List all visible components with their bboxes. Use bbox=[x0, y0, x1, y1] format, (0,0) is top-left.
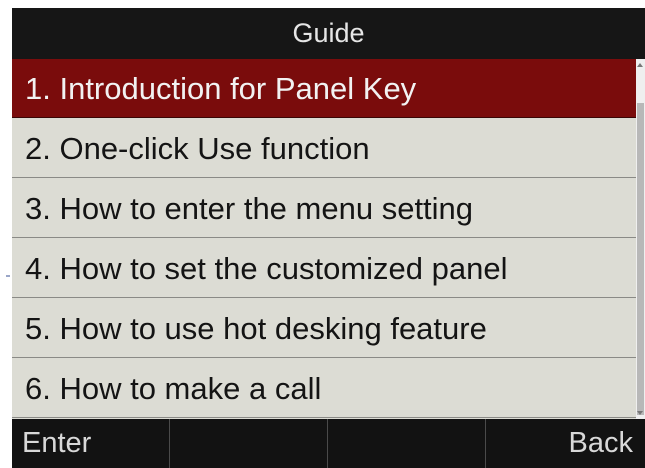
menu-item-enter-menu-setting[interactable]: 3. How to enter the menu setting bbox=[12, 179, 636, 238]
menu-item-hot-desking[interactable]: 5. How to use hot desking feature bbox=[12, 299, 636, 358]
menu-item-one-click-use[interactable]: 2. One-click Use function bbox=[12, 119, 636, 178]
edge-marker bbox=[6, 275, 10, 277]
softkey-3[interactable] bbox=[328, 419, 486, 468]
page-title: Guide bbox=[12, 8, 645, 59]
softkey-2[interactable] bbox=[170, 419, 328, 468]
menu-item-make-call[interactable]: 6. How to make a call bbox=[12, 359, 636, 418]
menu-item-introduction-panel-key[interactable]: 1. Introduction for Panel Key bbox=[12, 59, 636, 118]
scroll-up-arrow-icon[interactable] bbox=[637, 63, 643, 67]
softkey-bar: Enter Back bbox=[12, 419, 645, 468]
enter-softkey[interactable]: Enter bbox=[12, 419, 170, 468]
scroll-down-arrow-icon[interactable] bbox=[637, 411, 643, 415]
menu-item-customized-panel[interactable]: 4. How to set the customized panel bbox=[12, 239, 636, 298]
scrollbar-thumb[interactable] bbox=[637, 103, 644, 415]
guide-menu-list: 1. Introduction for Panel Key 2. One-cli… bbox=[12, 59, 636, 419]
back-softkey[interactable]: Back bbox=[486, 419, 645, 468]
scrollbar[interactable] bbox=[636, 59, 645, 419]
phone-screen: Guide 1. Introduction for Panel Key 2. O… bbox=[12, 8, 645, 468]
